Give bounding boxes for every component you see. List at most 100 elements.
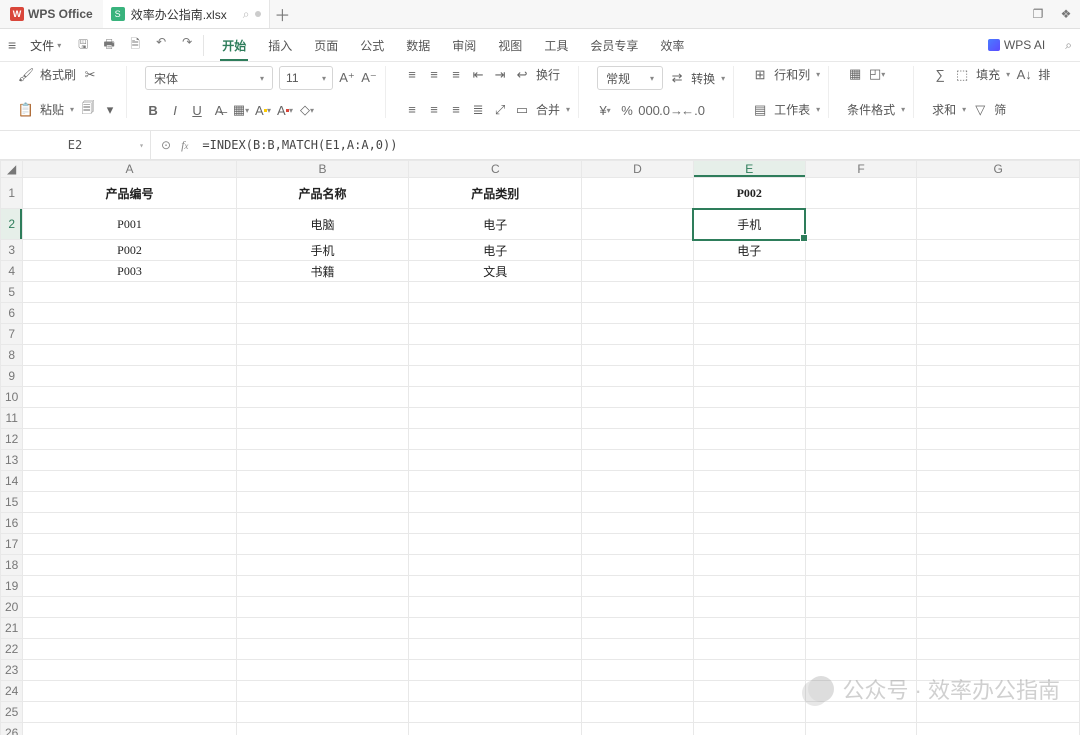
cell-E22[interactable]: [693, 639, 805, 660]
cell-G22[interactable]: [917, 639, 1080, 660]
cell-A10[interactable]: [23, 387, 236, 408]
row-14[interactable]: 14: [1, 471, 1080, 492]
cell-C2[interactable]: 电子: [409, 209, 582, 240]
cell-B3[interactable]: 手机: [236, 240, 409, 261]
cell-F25[interactable]: [805, 702, 917, 723]
cell-A17[interactable]: [23, 534, 236, 555]
sum-label[interactable]: 求和: [932, 101, 956, 118]
row-20[interactable]: 20: [1, 597, 1080, 618]
font-name-select[interactable]: 宋体▾: [145, 66, 273, 90]
row-header-13[interactable]: 13: [1, 450, 23, 471]
cell-B12[interactable]: [236, 429, 409, 450]
tab-page[interactable]: 页面: [312, 31, 340, 60]
col-header-A[interactable]: A: [23, 161, 236, 178]
formula-input[interactable]: =INDEX(B:B,MATCH(E1,A:A,0)): [198, 138, 1080, 152]
cell-F18[interactable]: [805, 555, 917, 576]
cell-C25[interactable]: [409, 702, 582, 723]
row-10[interactable]: 10: [1, 387, 1080, 408]
cell-C16[interactable]: [409, 513, 582, 534]
cell-C5[interactable]: [409, 282, 582, 303]
tab-search-icon[interactable]: ⌕: [243, 7, 250, 22]
cell-B7[interactable]: [236, 324, 409, 345]
cell-E14[interactable]: [693, 471, 805, 492]
cell-C10[interactable]: [409, 387, 582, 408]
wrap-label[interactable]: 换行: [536, 66, 560, 83]
row-23[interactable]: 23: [1, 660, 1080, 681]
cell-A11[interactable]: [23, 408, 236, 429]
row-header-5[interactable]: 5: [1, 282, 23, 303]
cell-B16[interactable]: [236, 513, 409, 534]
paste-label[interactable]: 粘贴: [40, 101, 64, 118]
cell-D14[interactable]: [582, 471, 694, 492]
save-icon[interactable]: 🖫: [75, 35, 91, 56]
align-middle-icon[interactable]: ≡: [426, 67, 442, 83]
fill-icon[interactable]: ⬚: [954, 67, 970, 83]
underline-icon[interactable]: U: [189, 102, 205, 118]
cell-B11[interactable]: [236, 408, 409, 429]
cell-C7[interactable]: [409, 324, 582, 345]
cell-G12[interactable]: [917, 429, 1080, 450]
cell-G25[interactable]: [917, 702, 1080, 723]
cell-D7[interactable]: [582, 324, 694, 345]
sort-icon[interactable]: A↓: [1016, 67, 1032, 83]
hamburger-icon[interactable]: ≡: [8, 37, 16, 53]
cell-G2[interactable]: [917, 209, 1080, 240]
row-header-23[interactable]: 23: [1, 660, 23, 681]
tab-data[interactable]: 数据: [404, 31, 432, 60]
convert-label[interactable]: 转换: [691, 70, 715, 87]
tab-insert[interactable]: 插入: [266, 31, 294, 60]
decimal-inc-icon[interactable]: .0→: [663, 102, 679, 118]
cell-D17[interactable]: [582, 534, 694, 555]
row-26[interactable]: 26: [1, 723, 1080, 735]
cell-B9[interactable]: [236, 366, 409, 387]
preview-icon[interactable]: 🗎: [127, 35, 143, 56]
row-22[interactable]: 22: [1, 639, 1080, 660]
format-painter-label[interactable]: 格式刷: [40, 66, 76, 83]
cell-A19[interactable]: [23, 576, 236, 597]
row-col-icon[interactable]: ⊞: [752, 67, 768, 83]
tab-tools[interactable]: 工具: [542, 31, 570, 60]
font-grow-icon[interactable]: A⁺: [339, 70, 355, 86]
cell-F20[interactable]: [805, 597, 917, 618]
clipboard-more-icon[interactable]: ▾: [102, 102, 118, 118]
row-11[interactable]: 11: [1, 408, 1080, 429]
cell-C6[interactable]: [409, 303, 582, 324]
file-menu[interactable]: 文件 ▾: [26, 37, 65, 54]
font-size-select[interactable]: 11▾: [279, 66, 333, 90]
align-top-icon[interactable]: ≡: [404, 67, 420, 83]
cell-B24[interactable]: [236, 681, 409, 702]
cell-F4[interactable]: [805, 261, 917, 282]
cell-A15[interactable]: [23, 492, 236, 513]
cell-C9[interactable]: [409, 366, 582, 387]
cell-C24[interactable]: [409, 681, 582, 702]
row-header-19[interactable]: 19: [1, 576, 23, 597]
copy-icon[interactable]: 🗐: [80, 102, 96, 118]
row-5[interactable]: 5: [1, 282, 1080, 303]
cell-C11[interactable]: [409, 408, 582, 429]
row-header-8[interactable]: 8: [1, 345, 23, 366]
cell-A7[interactable]: [23, 324, 236, 345]
cell-C4[interactable]: 文具: [409, 261, 582, 282]
row-header-26[interactable]: 26: [1, 723, 23, 735]
cell-D16[interactable]: [582, 513, 694, 534]
cell-E19[interactable]: [693, 576, 805, 597]
cell-A8[interactable]: [23, 345, 236, 366]
row-2[interactable]: 2P001电脑电子手机: [1, 209, 1080, 240]
cell-D21[interactable]: [582, 618, 694, 639]
cell-F13[interactable]: [805, 450, 917, 471]
align-justify-icon[interactable]: ≣: [470, 102, 486, 118]
cell-G17[interactable]: [917, 534, 1080, 555]
cell-C17[interactable]: [409, 534, 582, 555]
cell-A14[interactable]: [23, 471, 236, 492]
strike-icon[interactable]: A̶: [211, 102, 227, 118]
fx-icon[interactable]: fx: [181, 138, 188, 153]
cell-G1[interactable]: [917, 178, 1080, 209]
cell-D8[interactable]: [582, 345, 694, 366]
cell-F16[interactable]: [805, 513, 917, 534]
cell-C26[interactable]: [409, 723, 582, 735]
row-1[interactable]: 1产品编号产品名称产品类别P002: [1, 178, 1080, 209]
cell-F15[interactable]: [805, 492, 917, 513]
cell-C14[interactable]: [409, 471, 582, 492]
cell-E16[interactable]: [693, 513, 805, 534]
name-box[interactable]: E2: [0, 131, 151, 159]
